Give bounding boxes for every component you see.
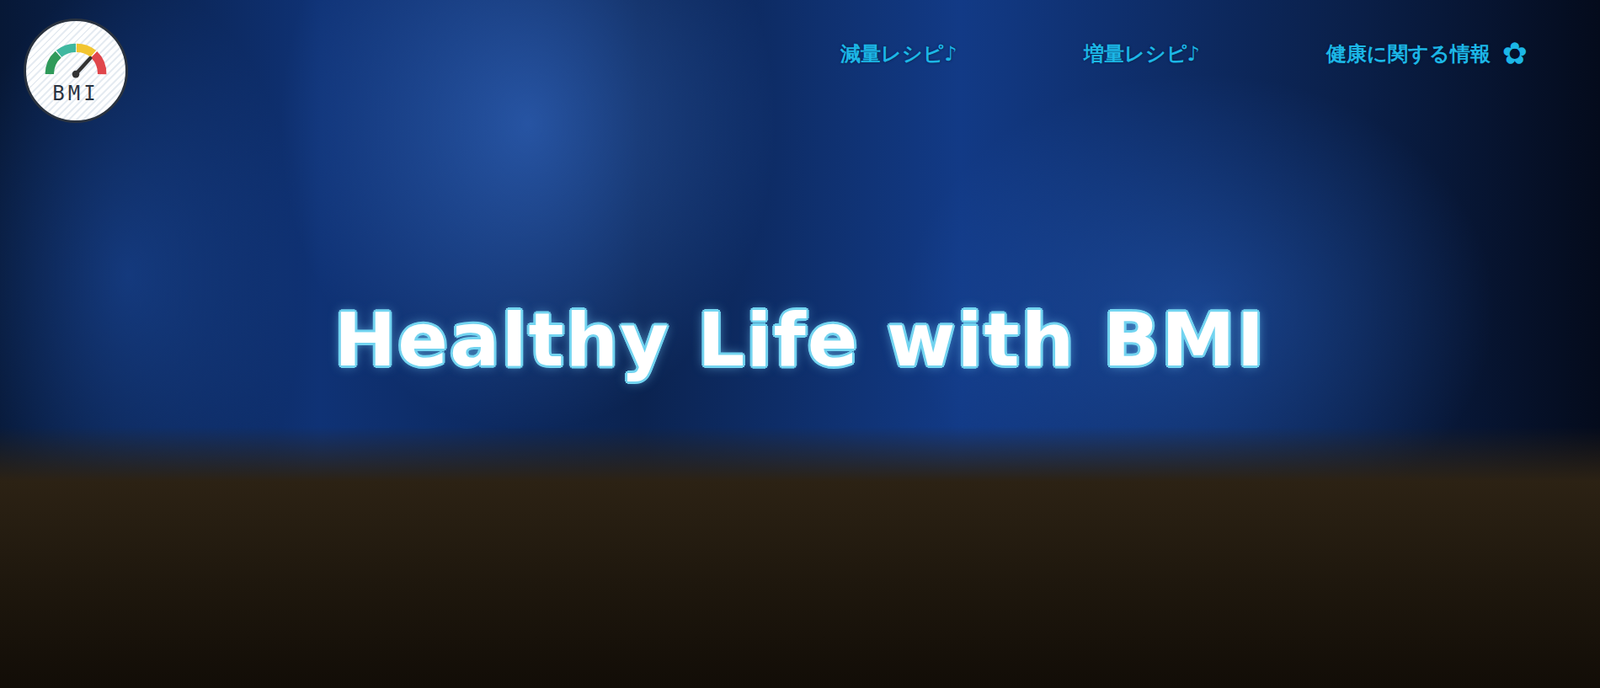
main-nav: 減量レシピ♪ 増量レシピ♪ 健康に関する情報 ✿ (840, 18, 1528, 70)
nav-label: 増量レシピ♪ (1083, 40, 1200, 68)
nav-link[interactable]: 増量レシピ♪ (1083, 38, 1200, 70)
header: BMI 減量レシピ♪ 増量レシピ♪ 健康に関する情報 ✿ (0, 0, 1600, 123)
hero-stage: Healthy Life with BMI (0, 122, 1600, 688)
nav-link[interactable]: 減量レシピ♪ (840, 38, 957, 70)
hero-title: Healthy Life with BMI (334, 299, 1267, 382)
nav-label: 健康に関する情報 (1326, 40, 1491, 68)
hero-section: BMI 減量レシピ♪ 増量レシピ♪ 健康に関する情報 ✿ Healthy Life wit… (0, 0, 1600, 688)
nav-label: 減量レシピ♪ (840, 40, 957, 68)
bmi-logo[interactable]: BMI (23, 18, 128, 123)
flower-icon: ✿ (1502, 38, 1528, 70)
nav-link[interactable]: 健康に関する情報 ✿ (1326, 38, 1528, 70)
logo-label: BMI (52, 81, 99, 106)
gauge-icon (38, 36, 113, 80)
